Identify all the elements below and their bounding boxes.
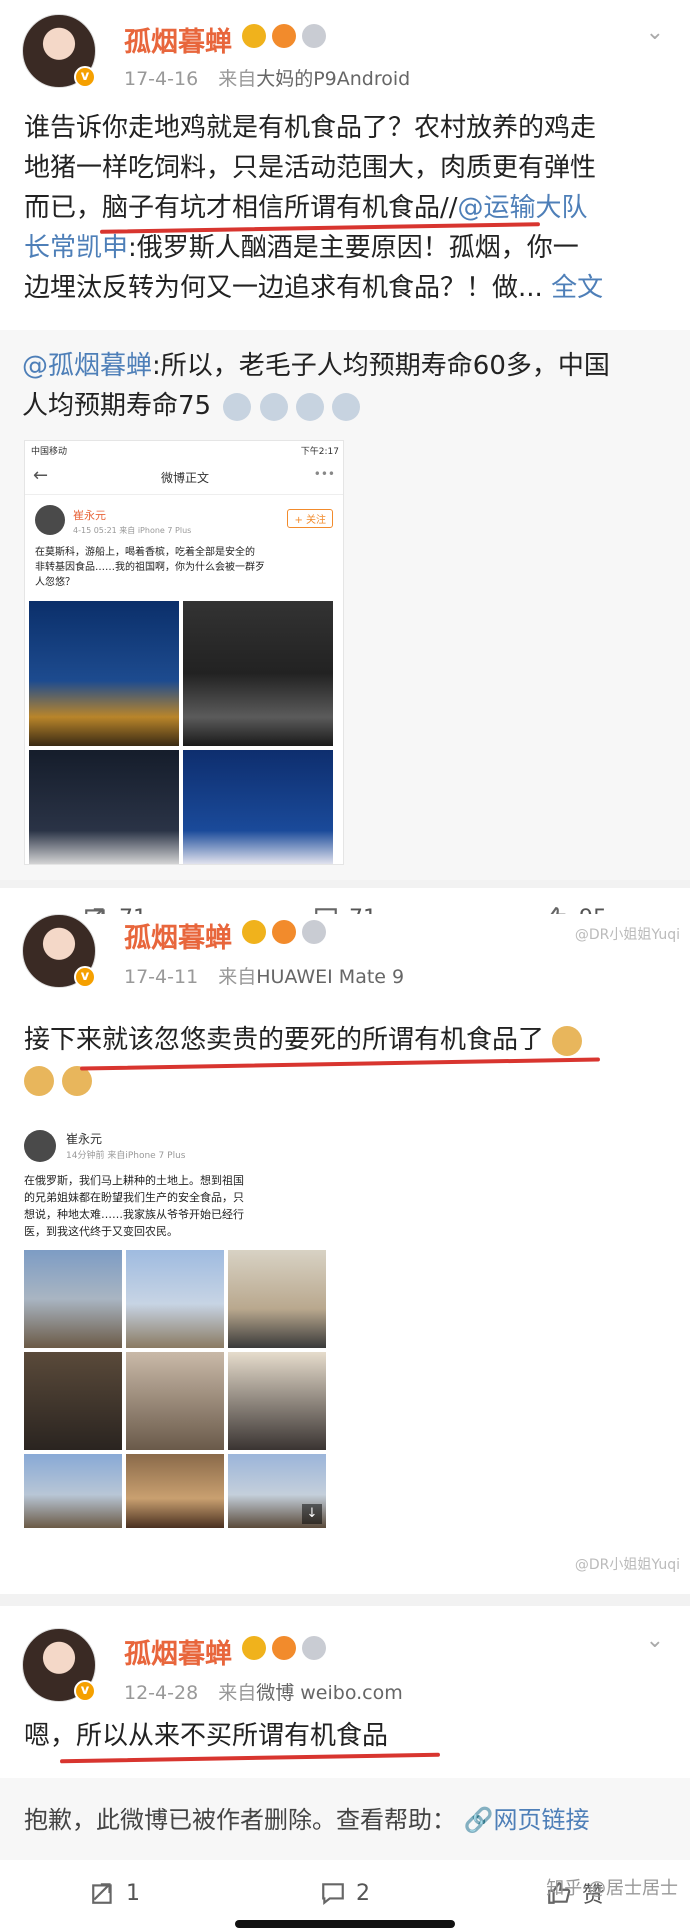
post-username[interactable]: 孤烟暮蝉 xyxy=(124,20,232,59)
crown-medal-icon xyxy=(242,1636,266,1660)
silver-medal-icon xyxy=(302,920,326,944)
photo-field-3 xyxy=(24,1454,122,1528)
crown-medal-icon xyxy=(242,24,266,48)
shot-avatar xyxy=(24,1130,56,1162)
crown-medal-icon xyxy=(242,920,266,944)
deleted-repost-box: 抱歉，此微博已被作者删除。查看帮助： 🔗网页链接 xyxy=(0,1778,690,1860)
comment-button[interactable]: 2 xyxy=(230,1868,460,1918)
repost-button[interactable]: 1 xyxy=(0,1868,230,1918)
mention-link[interactable]: @孤烟暮蝉 xyxy=(22,351,152,381)
photo-moscow-hotel xyxy=(29,601,179,746)
more-icon: ••• xyxy=(313,467,335,481)
post-username[interactable]: 孤烟暮蝉 xyxy=(124,916,232,955)
verified-badge-icon: v xyxy=(74,1680,96,1702)
photo-people-3 xyxy=(228,1352,326,1450)
chevron-down-icon[interactable]: ⌄ xyxy=(646,20,664,45)
watermark: @DR小姐姐Yuqi xyxy=(574,927,680,943)
mention-link[interactable]: @运输大队 xyxy=(458,193,588,223)
home-indicator xyxy=(235,1920,455,1928)
mention-link-cont[interactable]: 长常凯申 xyxy=(24,233,128,263)
photo-field-1 xyxy=(24,1250,122,1348)
full-text-link[interactable]: 全文 xyxy=(551,273,603,303)
weibo-post-1: v 孤烟暮蝉 17-4-16 来自大妈的P9Android ⌄ 谁告诉你走地鸡就… xyxy=(0,0,690,880)
watermark: @DR小姐姐Yuqi xyxy=(574,1557,680,1573)
embedded-screenshot[interactable]: 中国移动 下午2:17 ← 微博正文 ••• 崔永元 4-15 05:21 来自… xyxy=(24,440,344,865)
husky-emoji-icon xyxy=(223,392,252,421)
doge-emoji-icon xyxy=(24,1065,54,1096)
verified-badge-icon: v xyxy=(74,966,96,988)
weibo-post-3: v 孤烟暮蝉 12-4-28 来自微博 weibo.com ⌄ 嗯，所以从来不买… xyxy=(0,1606,690,1932)
photo-dinner xyxy=(126,1454,224,1528)
shot-text: 在俄罗斯，我们马上耕种的土地上。想到祖国 的兄弟姐妹都在盼望我们生产的安全食品，… xyxy=(24,1174,244,1238)
photo-moscow-city xyxy=(183,601,333,746)
nav-bar: ← 微博正文 ••• xyxy=(25,459,343,495)
repost-box[interactable]: @孤烟暮蝉:所以，老毛子人均预期寿命60多，中国 人均预期寿命75 中国移动 下… xyxy=(0,330,690,880)
silver-medal-icon xyxy=(302,1636,326,1660)
photo-people-1 xyxy=(24,1352,122,1450)
photo-people-2 xyxy=(126,1352,224,1450)
status-bar: 中国移动 下午2:17 xyxy=(31,447,339,457)
photo-field-4: ↓ xyxy=(228,1454,326,1528)
repost-icon xyxy=(92,1883,112,1904)
post-username[interactable]: 孤烟暮蝉 xyxy=(124,1632,232,1671)
photo-moscow-night xyxy=(29,750,179,864)
post-text: 谁告诉你走地鸡就是有机食品了？农村放养的鸡走 地猪一样吃饲料，只是活动范围大，肉… xyxy=(24,113,604,303)
repost-text: @孤烟暮蝉:所以，老毛子人均预期寿命60多，中国 人均预期寿命75 xyxy=(22,351,610,421)
help-web-link[interactable]: 网页链接 xyxy=(494,1806,590,1834)
post-meta: 17-4-11 来自HUAWEI Mate 9 xyxy=(124,966,405,988)
husky-emoji-icon xyxy=(295,392,324,421)
doge-emoji-icon xyxy=(552,1025,583,1056)
post-meta: 17-4-16 来自大妈的P9Android xyxy=(124,68,411,90)
shot-avatar xyxy=(35,505,65,535)
post-text: 嗯，所以从来不买所谓有机食品 xyxy=(24,1721,389,1751)
photo-house-1 xyxy=(228,1250,326,1348)
user-medals xyxy=(242,1636,326,1660)
user-medals xyxy=(242,24,326,48)
fish-medal-icon xyxy=(272,920,296,944)
weibo-post-2: @DR小姐姐Yuqi v 孤烟暮蝉 17-4-11 来自HUAWEI Mate … xyxy=(0,914,690,1594)
silver-medal-icon xyxy=(302,24,326,48)
zhihu-watermark: 知乎 @居士居士 xyxy=(546,1878,678,1899)
shot-text: 在莫斯科，游船上，喝着香槟，吃着全部是安全的 非转基因食品……我的祖国啊，你为什… xyxy=(35,547,265,588)
post-meta: 12-4-28 来自微博 weibo.com xyxy=(124,1682,403,1704)
user-medals xyxy=(242,920,326,944)
husky-emoji-icon xyxy=(332,392,361,421)
download-icon[interactable]: ↓ xyxy=(302,1504,322,1524)
fish-medal-icon xyxy=(272,1636,296,1660)
husky-emoji-icon xyxy=(259,392,288,421)
fish-medal-icon xyxy=(272,24,296,48)
photo-river-night xyxy=(183,750,333,864)
chevron-down-icon[interactable]: ⌄ xyxy=(646,1628,664,1653)
photo-field-2 xyxy=(126,1250,224,1348)
comment-icon xyxy=(322,1883,344,1906)
verified-badge-icon: v xyxy=(74,66,96,88)
embedded-screenshot[interactable]: 崔永元 14分钟前 来自iPhone 7 Plus 在俄罗斯，我们马上耕种的土地… xyxy=(22,1126,332,1576)
link-icon: 🔗 xyxy=(463,1806,494,1834)
